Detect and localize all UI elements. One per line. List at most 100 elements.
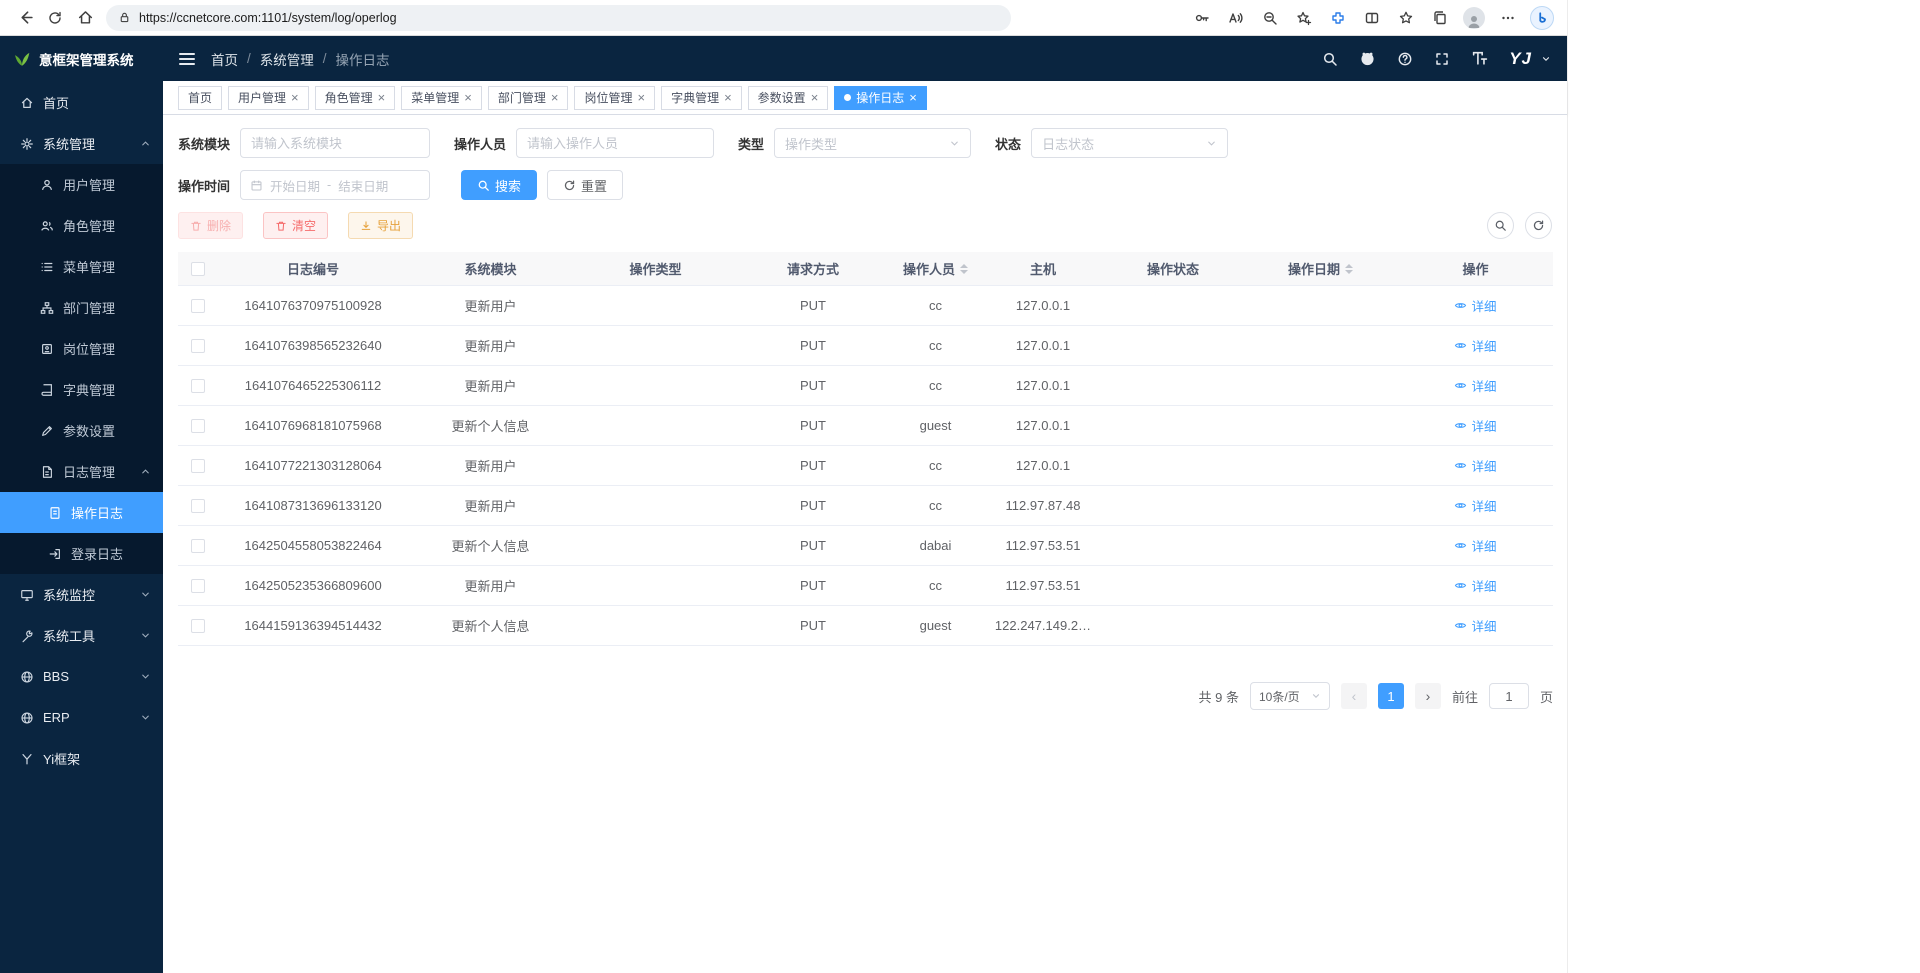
close-icon[interactable]: × [378,91,386,104]
home-icon[interactable] [70,4,100,32]
detail-link[interactable]: 详细 [1454,496,1496,515]
breadcrumb-system[interactable]: 系统管理 [260,49,314,69]
split-screen-icon[interactable] [1357,4,1387,32]
page-size-select[interactable]: 10条/页 [1250,682,1330,710]
sidebar-item-menu-mgmt[interactable]: 菜单管理 [0,246,163,287]
row-checkbox[interactable] [191,379,205,393]
menu-toggle-icon[interactable] [179,53,195,65]
refresh-table-button[interactable] [1525,212,1552,239]
collections-icon[interactable] [1425,4,1455,32]
detail-link[interactable]: 详细 [1454,296,1496,315]
password-key-icon[interactable] [1187,4,1217,32]
date-range-picker[interactable]: 开始日期 - 结束日期 [240,170,430,200]
detail-link[interactable]: 详细 [1454,336,1496,355]
detail-link[interactable]: 详细 [1454,536,1496,555]
sidebar-item-log-mgmt[interactable]: 日志管理 [0,451,163,492]
sidebar-item-monitor[interactable]: 系统监控 [0,574,163,615]
close-icon[interactable]: × [637,91,645,104]
profile-avatar[interactable] [1459,4,1489,32]
tab-role-mgmt[interactable]: 角色管理× [315,86,396,110]
sidebar-item-post-mgmt[interactable]: 岗位管理 [0,328,163,369]
bing-copilot-icon[interactable] [1527,4,1557,32]
sidebar-item-dept-mgmt[interactable]: 部门管理 [0,287,163,328]
detail-link[interactable]: 详细 [1454,456,1496,475]
sidebar-item-user-mgmt[interactable]: 用户管理 [0,164,163,205]
tab-param-settings[interactable]: 参数设置× [748,86,829,110]
row-checkbox[interactable] [191,339,205,353]
toggle-search-button[interactable] [1487,212,1514,239]
export-button[interactable]: 导出 [348,212,413,239]
sidebar-item-bbs[interactable]: BBS [0,656,163,697]
close-icon[interactable]: × [291,91,299,104]
operator-input[interactable] [516,128,714,158]
status-select[interactable]: 日志状态 [1031,128,1228,158]
clear-button[interactable]: 清空 [263,212,328,239]
reset-button[interactable]: 重置 [547,170,623,200]
tab-operlog[interactable]: 操作日志× [834,86,927,110]
module-input[interactable] [240,128,430,158]
extensions-icon[interactable] [1323,4,1353,32]
search-icon[interactable] [1322,51,1338,67]
help-icon[interactable] [1397,51,1413,67]
sidebar-item-system[interactable]: 系统管理 [0,123,163,164]
row-checkbox[interactable] [191,299,205,313]
zoom-out-icon[interactable] [1255,4,1285,32]
chevron-down-icon[interactable] [1541,54,1551,64]
search-button[interactable]: 搜索 [461,170,537,200]
sidebar-item-role-mgmt[interactable]: 角色管理 [0,205,163,246]
select-all-checkbox[interactable] [191,262,205,276]
sidebar-item-tools[interactable]: 系统工具 [0,615,163,656]
row-checkbox[interactable] [191,579,205,593]
row-checkbox[interactable] [191,619,205,633]
sidebar-item-yi-framework[interactable]: Yi框架 [0,738,163,779]
read-aloud-icon[interactable] [1221,4,1251,32]
detail-link[interactable]: 详细 [1454,376,1496,395]
row-checkbox[interactable] [191,539,205,553]
row-checkbox[interactable] [191,419,205,433]
detail-link[interactable]: 详细 [1454,616,1496,635]
close-icon[interactable]: × [724,91,732,104]
tab-dept-mgmt[interactable]: 部门管理× [488,86,569,110]
favorite-add-icon[interactable] [1289,4,1319,32]
close-icon[interactable]: × [551,91,559,104]
tab-user-mgmt[interactable]: 用户管理× [228,86,309,110]
refresh-icon[interactable] [40,4,70,32]
page-1-button[interactable]: 1 [1378,683,1404,709]
address-bar[interactable]: https://ccnetcore.com:1101/system/log/op… [106,5,1011,31]
sidebar-item-home[interactable]: 首页 [0,82,163,123]
favorites-bar-icon[interactable] [1391,4,1421,32]
tab-post-mgmt[interactable]: 岗位管理× [574,86,655,110]
tab-dict-mgmt[interactable]: 字典管理× [661,86,742,110]
goto-page-input[interactable] [1489,683,1529,709]
sidebar-item-dict-mgmt[interactable]: 字典管理 [0,369,163,410]
col-operator-sortable[interactable]: 操作人员 [888,259,983,278]
row-checkbox[interactable] [191,499,205,513]
close-icon[interactable]: × [464,91,472,104]
detail-link[interactable]: 详细 [1454,416,1496,435]
back-icon[interactable] [10,4,40,32]
next-page-button[interactable]: › [1415,683,1441,709]
sidebar-item-erp[interactable]: ERP [0,697,163,738]
tab-menu-mgmt[interactable]: 菜单管理× [401,86,482,110]
tab-home[interactable]: 首页 [178,86,222,110]
more-options-icon[interactable] [1493,4,1523,32]
cell-method: PUT [738,498,888,513]
breadcrumb-home[interactable]: 首页 [211,49,238,69]
font-size-icon[interactable] [1471,50,1488,67]
sidebar-item-loginlog[interactable]: 登录日志 [0,533,163,574]
github-icon[interactable] [1359,50,1376,67]
detail-link[interactable]: 详细 [1454,576,1496,595]
sidebar-item-param-settings[interactable]: 参数设置 [0,410,163,451]
close-icon[interactable]: × [909,91,917,104]
delete-button[interactable]: 删除 [178,212,243,239]
prev-page-button[interactable]: ‹ [1341,683,1367,709]
cell-method: PUT [738,578,888,593]
row-checkbox[interactable] [191,459,205,473]
chevron-up-icon [140,138,151,149]
fullscreen-icon[interactable] [1434,51,1450,67]
sidebar-item-operlog[interactable]: 操作日志 [0,492,163,533]
type-select[interactable]: 操作类型 [774,128,971,158]
col-date-sortable[interactable]: 操作日期 [1243,259,1398,278]
user-logo[interactable]: YJ [1509,49,1532,69]
close-icon[interactable]: × [811,91,819,104]
